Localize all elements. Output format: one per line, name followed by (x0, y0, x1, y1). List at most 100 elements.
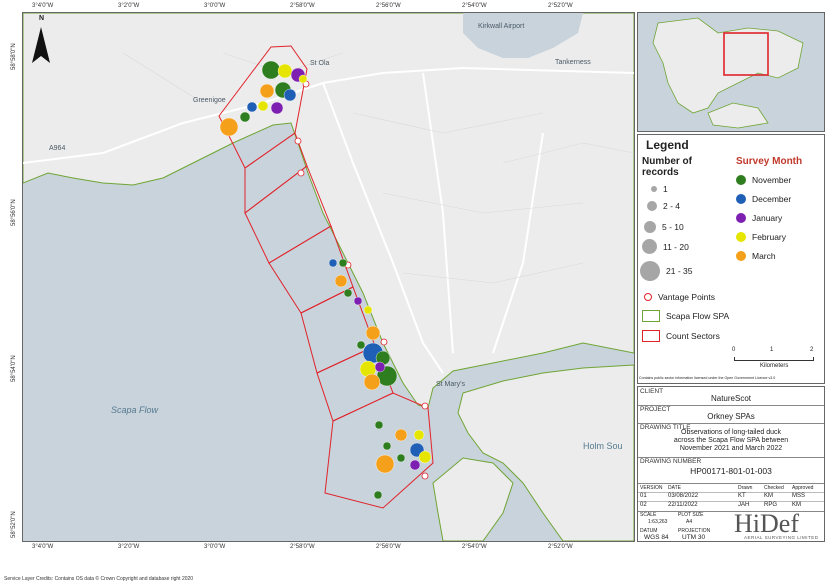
legend-size-5-label: 21 - 35 (666, 266, 693, 276)
legend-month-december: December (736, 194, 791, 204)
rev-header-date: DATE (668, 485, 681, 491)
drawing-title-line-2: across the Scapa Flow SPA between (673, 437, 789, 444)
legend-january-label: January (752, 213, 783, 223)
rev-2-drawn: JAH (738, 502, 750, 508)
legend-sectors: Count Sectors (642, 330, 720, 342)
legend-month-title: Survey Month (736, 156, 803, 167)
lon-tick-bottom-7: 2°52'0"W (548, 544, 573, 550)
lon-tick-top-6: 2°54'0"W (462, 3, 487, 9)
lat-tick-left-1: 58°58'0"N (11, 43, 17, 70)
lon-tick-bottom-2: 3°2'0"W (118, 544, 140, 550)
legend-month-february: February (736, 232, 786, 242)
datum-value: WGS 84 (644, 534, 669, 541)
legend-january-swatch (736, 213, 746, 223)
lon-tick-top-7: 2°52'0"W (548, 3, 573, 9)
project-value: Orkney SPAs (707, 412, 755, 421)
rev-1-checked: KM (764, 493, 773, 499)
label-greenigoe: Greenigoe (193, 97, 226, 104)
client-value: NatureScot (710, 394, 752, 403)
lon-tick-bottom-1: 3°4'0"W (32, 544, 54, 550)
rev-1-drawn: KT (738, 493, 746, 499)
lon-tick-top-2: 3°2'0"W (118, 3, 140, 9)
legend-title: Legend (646, 138, 689, 152)
legend-vantage: Vantage Points (644, 292, 715, 302)
legend-november-label: November (752, 175, 792, 185)
licence-note: Contains public sector information licen… (639, 376, 776, 380)
label-st-ola: St Ola (310, 60, 330, 67)
plot-size-label: PLOT SIZE (678, 512, 704, 518)
legend-february-label: February (752, 232, 787, 242)
title-block: CLIENT NatureScot PROJECT Orkney SPAs DR… (637, 386, 825, 542)
label-a964: A964 (49, 145, 66, 152)
rev-2-version: 02 (640, 502, 647, 508)
legend-december-label: December (752, 194, 792, 204)
legend-sectors-label: Count Sectors (666, 331, 720, 341)
legend-size-1-label: 1 (663, 184, 668, 194)
label-st-marys: St Mary's (436, 381, 465, 388)
lon-tick-top-5: 2°56'0"W (376, 3, 401, 9)
rev-1-approved: MSS (792, 493, 806, 499)
legend-month-march: March (736, 251, 776, 261)
lat-tick-left-3: 58°54'0"N (11, 355, 17, 382)
legend-march-label: March (752, 251, 776, 261)
lon-tick-top-4: 2°58'0"W (290, 3, 315, 9)
scale-value: 1:63,263 (648, 519, 668, 525)
legend-month-january: January (736, 213, 782, 223)
scale-unit: Kilometers (760, 363, 789, 369)
legend-november-swatch (736, 175, 746, 185)
legend-size-4-swatch (642, 239, 657, 254)
scale-tick-0: 0 (732, 347, 736, 353)
plot-size-value: A4 (686, 519, 693, 525)
lat-tick-left-2: 58°56'0"N (11, 199, 17, 226)
legend-size-2-label: 2 - 4 (663, 201, 681, 211)
divider (638, 483, 824, 484)
rev-header-checked: Checked (764, 485, 784, 491)
lon-tick-bottom-3: 3°0'0"W (204, 544, 226, 550)
hidef-logo-subtitle: AERIAL SURVEYING LIMITED (744, 535, 819, 540)
rev-2-checked: RPG (764, 502, 778, 508)
rev-1-version: 01 (640, 493, 647, 499)
legend-december-swatch (736, 194, 746, 204)
legend-spa-label: Scapa Flow SPA (666, 311, 730, 321)
rev-header-drawn: Drawn (738, 485, 753, 491)
legend-size-5: 21 - 35 (640, 261, 692, 281)
rev-1-date: 03/08/2022 (668, 493, 699, 499)
north-label: N (39, 15, 45, 22)
rev-header-version: VERSION (640, 485, 663, 491)
lon-tick-bottom-5: 2°56'0"W (376, 544, 401, 550)
scale-tick-1: 1 (770, 347, 774, 353)
map-panel: N Kirkwall Airport Tankerness St Ola Gre… (22, 12, 635, 542)
drawing-title-line-1: Observations of long-tailed duck (681, 429, 781, 436)
legend-month-november: November (736, 175, 791, 185)
lon-tick-top-3: 3°0'0"W (204, 3, 226, 9)
legend-records-title: Number of records (642, 156, 692, 178)
lon-tick-bottom-6: 2°54'0"W (462, 544, 487, 550)
legend-size-3: 5 - 10 (644, 221, 684, 233)
legend-size-1-swatch (651, 186, 657, 192)
legend-sectors-swatch (642, 330, 660, 342)
map-canvas (22, 12, 635, 542)
legend-size-4: 11 - 20 (642, 239, 689, 254)
rev-header-approved: Approved (792, 485, 814, 491)
legend-size-4-label: 11 - 20 (663, 241, 689, 252)
drawing-number: HP00171-801-01-003 (690, 466, 772, 476)
lat-tick-left-4: 58°52'0"N (11, 511, 17, 538)
lon-tick-top-1: 3°4'0"W (32, 3, 54, 9)
label-kirkwall-airport: Kirkwall Airport (478, 23, 525, 30)
drawing-number-label: DRAWING NUMBER (640, 458, 702, 465)
scale-label: SCALE (640, 512, 657, 518)
legend-size-1: 1 (648, 184, 668, 194)
label-holm-sound: Holm Sou (583, 441, 623, 451)
legend-size-2: 2 - 4 (646, 201, 680, 211)
legend-march-swatch (736, 251, 746, 261)
legend: Legend Number of records Survey Month 1 … (637, 134, 825, 384)
legend-vantage-swatch (644, 293, 652, 301)
inset-map (637, 12, 825, 132)
legend-size-3-label: 5 - 10 (662, 222, 684, 232)
legend-size-5-swatch (640, 261, 660, 281)
service-credits: Service Layer Credits: Contains OS data … (4, 576, 194, 582)
rev-2-date: 22/11/2022 (668, 502, 698, 508)
legend-vantage-label: Vantage Points (658, 292, 716, 302)
scale-tick-2: 2 (810, 347, 814, 353)
legend-spa-swatch (642, 310, 660, 322)
